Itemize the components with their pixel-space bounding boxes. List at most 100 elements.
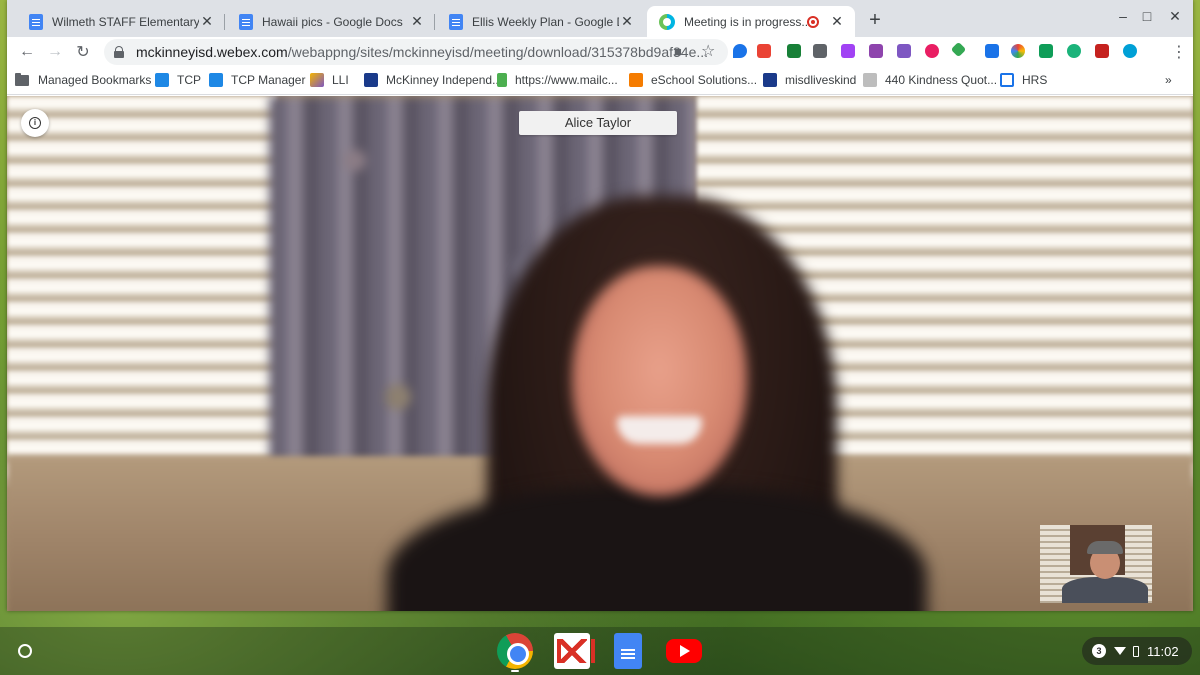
bookmark-tcp-manager[interactable]: TCP Manager <box>209 73 305 87</box>
bookmark-label: eSchool Solutions... <box>651 73 758 87</box>
youtube-app-icon[interactable] <box>666 639 702 663</box>
tab-title: Hawaii pics - Google Docs <box>262 14 403 29</box>
gmail-app-icon[interactable] <box>554 633 595 669</box>
bookmark-label: HRS <box>1022 73 1048 87</box>
tab-separator <box>434 14 435 30</box>
extension-purple-icon[interactable] <box>841 44 855 58</box>
extension-puzzle-icon[interactable] <box>869 44 883 58</box>
bookmark-hrs[interactable]: HRS <box>1000 73 1047 87</box>
extension-v-icon[interactable] <box>733 44 747 58</box>
window-blinds-left <box>7 96 277 486</box>
url-path: /webappng/sites/mckinneyisd/meeting/down… <box>287 44 709 60</box>
reload-button[interactable]: ↻ <box>69 42 97 62</box>
tab-title: Ellis Weekly Plan - Google Docs <box>472 14 619 29</box>
bookmark-lli[interactable]: LLI <box>310 73 349 87</box>
calendar-icon <box>763 73 777 87</box>
sfe-icon <box>629 73 643 87</box>
window-close-button[interactable]: ✕ <box>1165 8 1185 25</box>
running-indicator <box>511 670 519 672</box>
new-tab-button[interactable]: + <box>863 9 887 33</box>
tab-wilmeth-staff[interactable]: Wilmeth STAFF Elementary One ✕ <box>17 6 225 37</box>
extension-pen-icon[interactable] <box>985 44 999 58</box>
close-icon[interactable]: ✕ <box>829 13 845 30</box>
extension-color-icon[interactable] <box>1011 44 1025 58</box>
lli-icon <box>310 73 324 87</box>
extension-red-icon[interactable] <box>1095 44 1109 58</box>
forward-button[interactable]: → <box>41 43 69 61</box>
close-icon[interactable]: ✕ <box>409 13 425 30</box>
w-icon <box>863 73 877 87</box>
hourglass-icon <box>209 73 223 87</box>
tab-title: Wilmeth STAFF Elementary One <box>52 14 199 29</box>
bookmark-misdliveskind[interactable]: misdliveskind <box>763 73 856 87</box>
self-view-body <box>1062 577 1148 603</box>
maximize-button[interactable]: □ <box>1137 8 1157 24</box>
self-view-cap <box>1087 541 1123 554</box>
folder-icon <box>15 72 29 86</box>
tab-strip: Wilmeth STAFF Elementary One ✕ Hawaii pi… <box>7 0 1193 37</box>
tab-hawaii-pics[interactable]: Hawaii pics - Google Docs ✕ <box>227 6 435 37</box>
info-icon: i <box>29 117 41 129</box>
bookmark-label: 440 Kindness Quot... <box>885 73 998 87</box>
bookmark-mckinney-independent[interactable]: McKinney Independ... <box>364 73 502 87</box>
info-button[interactable]: i <box>21 109 49 137</box>
extension-screencast-icon[interactable] <box>787 44 801 58</box>
chrome-app-icon[interactable] <box>497 633 533 669</box>
bookmark-kindness-quotes[interactable]: 440 Kindness Quot... <box>863 73 997 87</box>
status-tray[interactable]: 3 11:02 <box>1082 637 1192 665</box>
bookmark-label: TCP <box>177 73 201 87</box>
close-icon[interactable]: ✕ <box>619 13 635 30</box>
bookmark-managed-bookmarks[interactable]: Managed Bookmarks <box>15 72 152 87</box>
lock-icon[interactable] <box>114 46 124 58</box>
extension-grammarly-icon[interactable] <box>1067 44 1081 58</box>
url-host: mckinneyisd.webex.com <box>136 44 288 60</box>
bookmark-label: Managed Bookmarks <box>38 73 152 87</box>
participant-smile <box>617 416 702 444</box>
window-icon <box>1000 73 1014 87</box>
bookmark-label: TCP Manager <box>231 73 306 87</box>
battery-icon <box>1133 645 1139 657</box>
google-docs-app-icon[interactable] <box>614 633 642 669</box>
shelf: 3 11:02 <box>0 627 1200 675</box>
webex-icon <box>659 13 675 30</box>
bookmark-mailc[interactable]: https://www.mailc... <box>497 73 618 87</box>
participant-name-label: Alice Taylor <box>519 111 677 135</box>
extension-keep-icon[interactable] <box>813 44 827 58</box>
close-icon[interactable]: ✕ <box>199 13 215 30</box>
self-view-video[interactable] <box>1040 525 1152 603</box>
tab-meeting-in-progress[interactable]: Meeting is in progress... ✕ <box>647 6 855 37</box>
bookmarks-bar: Managed Bookmarks TCP TCP Manager LLI Mc… <box>7 67 1193 95</box>
tab-ellis-weekly-plan[interactable]: Ellis Weekly Plan - Google Docs ✕ <box>437 6 645 37</box>
docs-icon <box>29 13 43 30</box>
hourglass-icon <box>155 73 169 87</box>
meeting-video: i Alice Taylor <box>7 96 1193 611</box>
browser-window: Wilmeth STAFF Elementary One ✕ Hawaii pi… <box>7 0 1193 611</box>
bookmark-tcp[interactable]: TCP <box>155 73 201 87</box>
participant-face <box>572 266 747 496</box>
wifi-icon <box>1114 647 1126 655</box>
m-icon <box>364 73 378 87</box>
camera-icon[interactable]: ■ <box>674 44 682 59</box>
docs-icon <box>449 13 463 30</box>
star-icon[interactable]: ☆ <box>701 41 715 61</box>
flag-icon <box>497 73 507 87</box>
bookmark-label: LLI <box>332 73 349 87</box>
bookmark-eschool-solutions[interactable]: eSchool Solutions... <box>629 73 757 87</box>
extension-share-icon[interactable] <box>757 44 771 58</box>
clock: 11:02 <box>1147 643 1179 659</box>
bookmarks-overflow-button[interactable]: » <box>1165 73 1172 87</box>
extension-green-box-icon[interactable] <box>1039 44 1053 58</box>
extension-webex-icon[interactable] <box>1123 44 1137 58</box>
recording-icon <box>807 15 819 28</box>
chrome-menu-button[interactable]: ⋮ <box>1171 42 1187 62</box>
extension-pdf-icon[interactable] <box>897 44 911 58</box>
address-bar[interactable]: mckinneyisd.webex.com /webappng/sites/mc… <box>104 39 728 65</box>
notification-count: 3 <box>1092 644 1106 658</box>
bookmark-label: McKinney Independ... <box>386 73 503 87</box>
back-button[interactable]: ← <box>13 43 41 61</box>
minimize-button[interactable]: – <box>1113 8 1133 24</box>
bookmark-label: https://www.mailc... <box>515 73 618 87</box>
extension-heart-icon[interactable] <box>925 44 939 58</box>
launcher-button[interactable] <box>18 644 32 658</box>
tab-separator <box>224 14 225 30</box>
